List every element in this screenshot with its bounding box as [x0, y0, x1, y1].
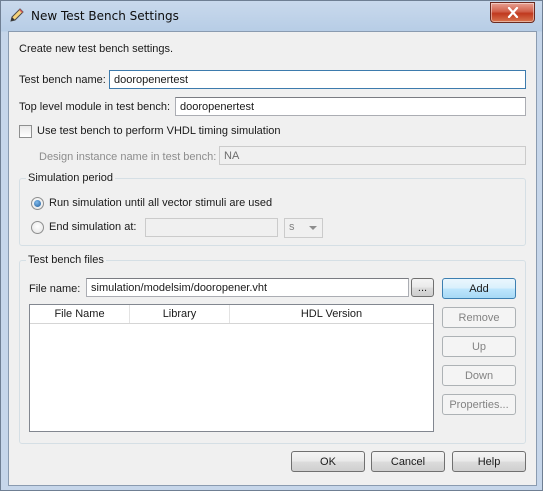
close-icon [507, 7, 518, 18]
run-until-radio[interactable] [31, 197, 44, 210]
down-button[interactable]: Down [442, 365, 516, 386]
testbench-files-legend: Test bench files [26, 254, 106, 266]
help-button[interactable]: Help [452, 451, 526, 472]
end-at-radio[interactable] [31, 221, 44, 234]
column-header-library[interactable]: Library [130, 305, 230, 323]
testbench-name-label: Test bench name: [19, 74, 106, 86]
chevron-down-icon [309, 226, 317, 230]
pencil-icon [10, 8, 24, 22]
cancel-button[interactable]: Cancel [371, 451, 445, 472]
vhdl-timing-checkbox[interactable] [19, 125, 32, 138]
time-unit-value: s [289, 221, 295, 233]
file-name-label: File name: [29, 283, 81, 295]
time-unit-select[interactable]: s [284, 218, 323, 238]
close-button[interactable] [490, 2, 535, 23]
browse-button[interactable]: ... [411, 278, 434, 297]
remove-button[interactable]: Remove [442, 307, 516, 328]
column-header-hdl-version[interactable]: HDL Version [230, 305, 433, 323]
file-name-input[interactable] [86, 278, 409, 297]
title-bar[interactable]: New Test Bench Settings [1, 1, 542, 31]
properties-button[interactable]: Properties... [442, 394, 516, 415]
design-instance-label: Design instance name in test bench: [39, 151, 217, 163]
run-until-label[interactable]: Run simulation until all vector stimuli … [49, 197, 272, 209]
design-instance-input[interactable] [219, 146, 526, 165]
add-button[interactable]: Add [442, 278, 516, 299]
testbench-files-list[interactable]: File Name Library HDL Version [29, 304, 434, 432]
top-level-module-label: Top level module in test bench: [19, 101, 171, 113]
simulation-period-legend: Simulation period [26, 172, 115, 184]
dialog-window: New Test Bench Settings Create new test … [0, 0, 543, 491]
dialog-body: Create new test bench settings. Test ben… [8, 31, 537, 486]
end-at-label[interactable]: End simulation at: [49, 221, 136, 233]
testbench-name-input[interactable] [109, 70, 526, 89]
window-title: New Test Bench Settings [31, 9, 179, 23]
end-at-input[interactable] [145, 218, 278, 237]
vhdl-timing-label[interactable]: Use test bench to perform VHDL timing si… [37, 125, 281, 137]
column-header-file-name[interactable]: File Name [30, 305, 130, 323]
top-level-module-input[interactable] [175, 97, 526, 116]
up-button[interactable]: Up [442, 336, 516, 357]
list-header: File Name Library HDL Version [30, 305, 433, 324]
intro-text: Create new test bench settings. [19, 43, 174, 55]
ok-button[interactable]: OK [291, 451, 365, 472]
